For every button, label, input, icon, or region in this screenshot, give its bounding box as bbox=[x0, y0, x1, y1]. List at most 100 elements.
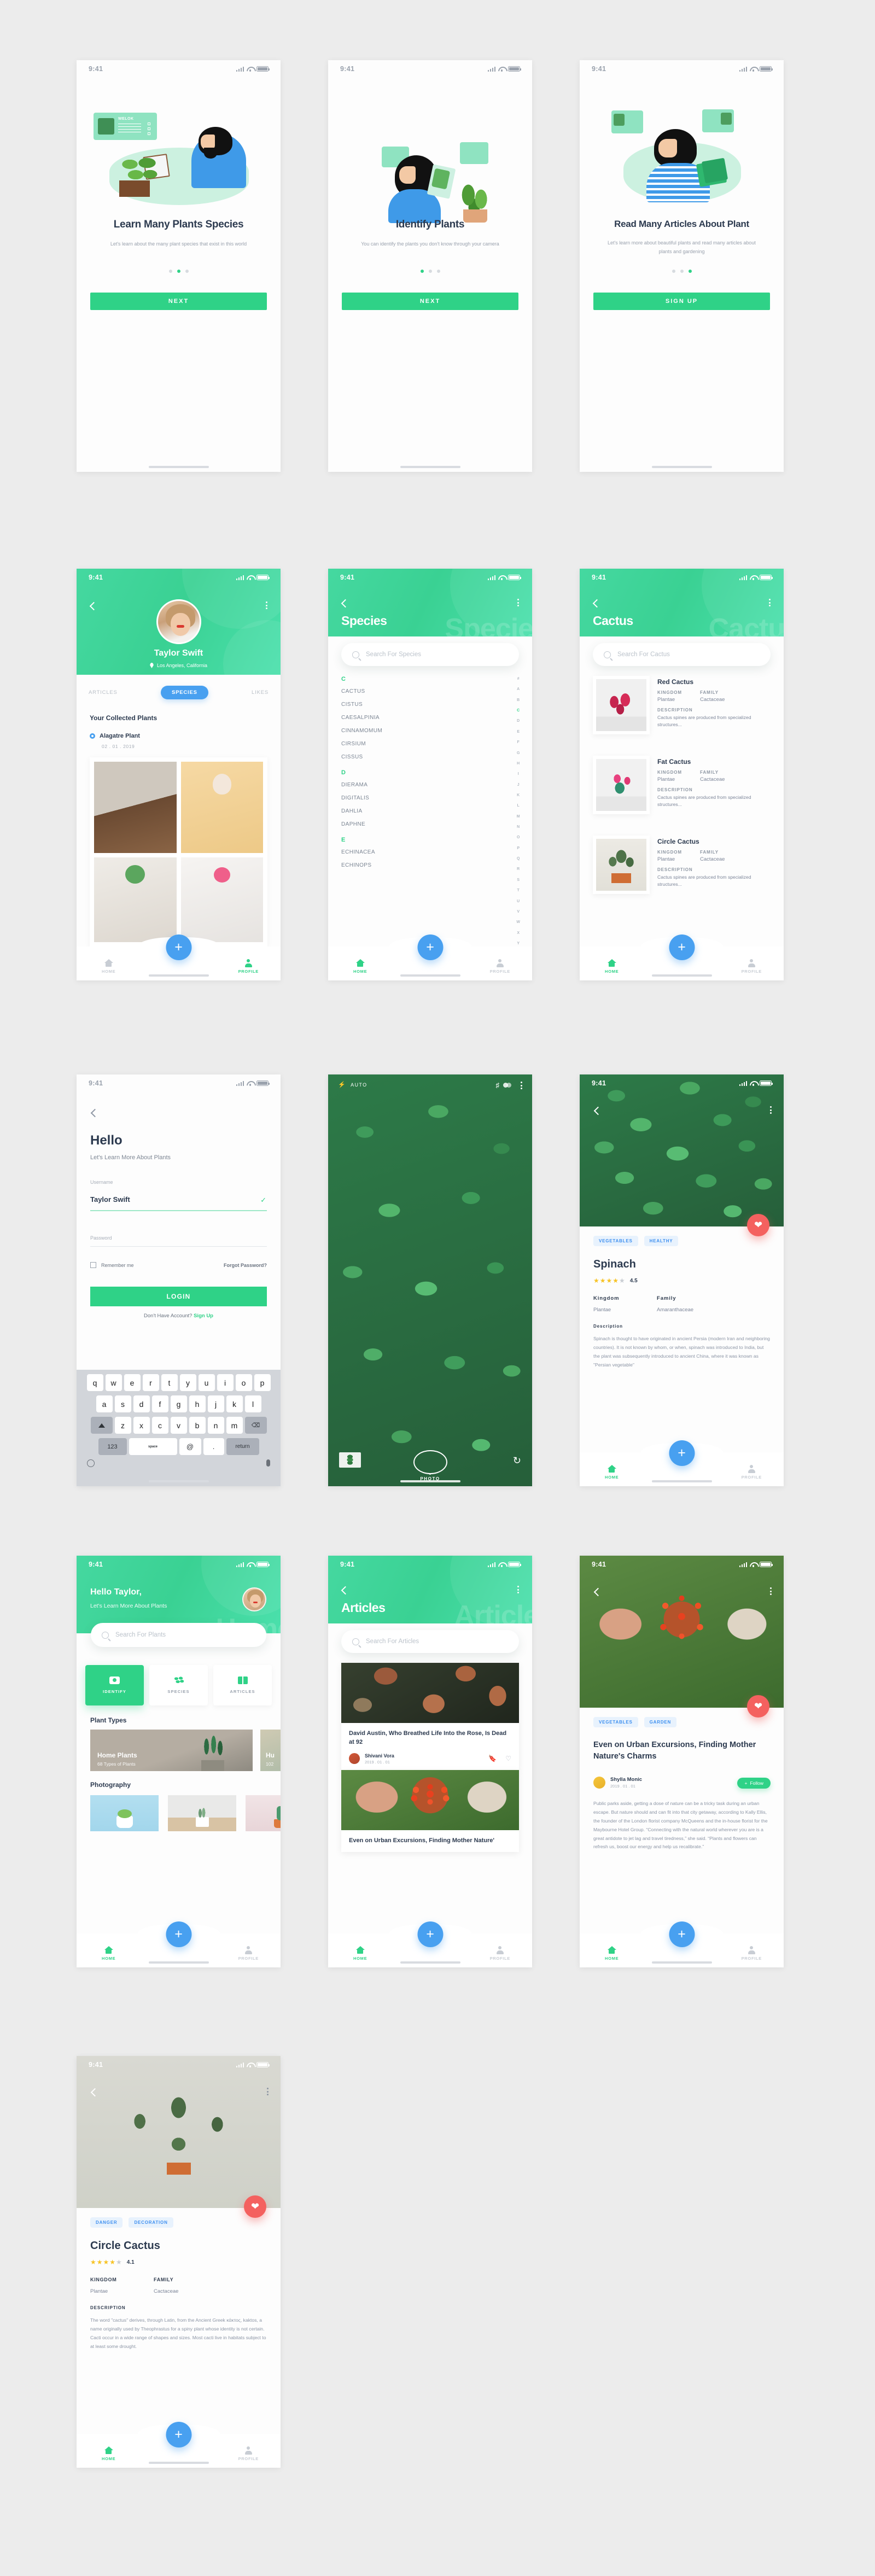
remember-me[interactable]: Remember me bbox=[90, 1262, 134, 1268]
index-letter[interactable]: W bbox=[516, 920, 520, 924]
list-item[interactable]: DIGITALIS bbox=[341, 795, 504, 801]
photo-card[interactable] bbox=[90, 1795, 159, 1831]
list-item[interactable]: DAPHNE bbox=[341, 821, 504, 827]
nav-profile[interactable]: PROFILE bbox=[238, 959, 259, 974]
dot-2[interactable] bbox=[177, 270, 180, 273]
tag[interactable]: HEALTHY bbox=[644, 1236, 679, 1246]
gallery-thumbnail[interactable] bbox=[339, 1452, 361, 1468]
key-n[interactable]: n bbox=[207, 1417, 224, 1434]
add-button[interactable]: + bbox=[669, 934, 695, 960]
back-button[interactable] bbox=[593, 1106, 602, 1115]
nav-profile[interactable]: PROFILE bbox=[742, 1946, 762, 1961]
add-button[interactable]: + bbox=[417, 934, 443, 960]
tag[interactable]: VEGETABLES bbox=[593, 1236, 638, 1246]
follow-button[interactable]: + Follow bbox=[737, 1778, 771, 1789]
search-cactus[interactable]: Search For Cactus bbox=[593, 643, 771, 666]
index-letter[interactable]: L bbox=[517, 804, 520, 808]
key-j[interactable]: j bbox=[207, 1395, 224, 1412]
return-key[interactable]: return bbox=[226, 1438, 259, 1455]
index-letter[interactable]: C bbox=[517, 709, 520, 712]
index-letter[interactable]: T bbox=[517, 889, 520, 892]
index-letter[interactable]: M bbox=[517, 815, 520, 819]
index-letter[interactable]: J bbox=[517, 783, 520, 787]
list-item[interactable]: ECHINOPS bbox=[341, 862, 504, 868]
add-button[interactable]: + bbox=[166, 1921, 191, 1947]
back-button[interactable] bbox=[89, 601, 97, 610]
nav-home[interactable]: HOME bbox=[605, 1946, 619, 1961]
index-letter[interactable]: O bbox=[517, 836, 520, 839]
key-x[interactable]: x bbox=[133, 1417, 150, 1434]
key-i[interactable]: i bbox=[217, 1374, 234, 1391]
cactus-row[interactable]: Fat Cactus KINGDOM FAMILY Plantae Cactac… bbox=[593, 756, 774, 814]
index-letter[interactable]: # bbox=[517, 677, 520, 681]
index-letter[interactable]: E bbox=[517, 730, 520, 734]
index-letter[interactable]: F bbox=[517, 740, 520, 744]
nav-profile[interactable]: PROFILE bbox=[742, 1465, 762, 1480]
photo-tile[interactable] bbox=[180, 857, 263, 942]
back-button[interactable] bbox=[340, 1586, 349, 1594]
action-species[interactable]: SPECIES bbox=[149, 1665, 208, 1705]
list-item[interactable]: DAHLIA bbox=[341, 808, 504, 814]
list-item[interactable]: ECHINACEA bbox=[341, 849, 504, 855]
key-k[interactable]: k bbox=[226, 1395, 243, 1412]
radio-icon[interactable] bbox=[90, 733, 95, 739]
photo-card[interactable] bbox=[168, 1795, 236, 1831]
key-w[interactable]: w bbox=[105, 1374, 122, 1391]
index-letter[interactable]: S bbox=[517, 878, 520, 882]
like-button[interactable]: ❤ bbox=[747, 1214, 769, 1236]
kebab-icon[interactable] bbox=[770, 1106, 772, 1114]
nav-home[interactable]: HOME bbox=[102, 2446, 115, 2461]
key-b[interactable]: b bbox=[189, 1417, 206, 1434]
list-item[interactable]: CINNAMOMUM bbox=[341, 728, 504, 734]
key-m[interactable]: m bbox=[226, 1417, 243, 1434]
bookmark-icon[interactable]: 🔖 bbox=[488, 1755, 497, 1762]
species-list[interactable]: C CACTUS CISTUS CAESALPINIA CINNAMOMUM C… bbox=[341, 676, 504, 947]
index-letter[interactable]: X bbox=[517, 931, 520, 935]
dot-3[interactable] bbox=[436, 270, 440, 273]
nav-profile[interactable]: PROFILE bbox=[742, 959, 762, 974]
key-c[interactable]: c bbox=[151, 1417, 168, 1434]
avatar[interactable] bbox=[242, 1587, 266, 1611]
nav-home[interactable]: HOME bbox=[102, 959, 115, 974]
index-letter[interactable]: H bbox=[517, 762, 520, 766]
article-card[interactable]: Even on Urban Excursions, Finding Mother… bbox=[341, 1770, 519, 1852]
kebab-icon[interactable] bbox=[517, 599, 519, 606]
nav-profile[interactable]: PROFILE bbox=[238, 2446, 259, 2461]
index-letter[interactable]: V bbox=[517, 910, 520, 914]
password-underline[interactable] bbox=[90, 1246, 267, 1247]
plant-type-card[interactable]: Hu 102 bbox=[260, 1730, 281, 1771]
kebab-icon[interactable] bbox=[769, 599, 771, 606]
checkbox[interactable] bbox=[90, 1262, 96, 1268]
list-item[interactable]: DIERAMA bbox=[341, 782, 504, 788]
index-letter[interactable]: B bbox=[517, 698, 520, 702]
search-plants[interactable]: Search For Plants bbox=[91, 1623, 266, 1647]
index-letter[interactable]: K bbox=[517, 793, 520, 797]
list-item[interactable]: CISTUS bbox=[341, 702, 504, 708]
tag[interactable]: GARDEN bbox=[644, 1717, 677, 1727]
key-z[interactable]: z bbox=[114, 1417, 131, 1434]
nav-home[interactable]: HOME bbox=[353, 1946, 367, 1961]
avatar[interactable] bbox=[156, 599, 201, 644]
key-y[interactable]: y bbox=[179, 1374, 196, 1391]
photo-tile[interactable] bbox=[94, 762, 177, 853]
add-button[interactable]: + bbox=[166, 934, 191, 960]
key-f[interactable]: f bbox=[151, 1395, 168, 1412]
dot-1[interactable] bbox=[168, 270, 172, 273]
kebab-icon[interactable] bbox=[770, 1587, 772, 1595]
nav-profile[interactable]: PROFILE bbox=[238, 1946, 259, 1961]
index-letter[interactable]: R bbox=[517, 867, 520, 871]
forgot-password-link[interactable]: Forgot Password? bbox=[224, 1263, 267, 1268]
key-q[interactable]: q bbox=[86, 1374, 103, 1391]
username-field[interactable]: Taylor Swift bbox=[90, 1195, 130, 1204]
key-g[interactable]: g bbox=[170, 1395, 187, 1412]
num-key[interactable]: 123 bbox=[98, 1438, 127, 1455]
photo-card[interactable] bbox=[246, 1795, 281, 1831]
tag[interactable]: DANGER bbox=[90, 2217, 123, 2228]
index-letter[interactable]: N bbox=[517, 825, 520, 829]
key-v[interactable]: v bbox=[170, 1417, 187, 1434]
list-item[interactable]: CAESALPINIA bbox=[341, 715, 504, 721]
alphabet-index[interactable]: # A B C D E F G H I J K L M N O P Q R S T U V W X Y bbox=[516, 677, 520, 945]
back-button[interactable] bbox=[593, 1587, 602, 1596]
add-button[interactable]: + bbox=[417, 1921, 443, 1947]
back-button[interactable] bbox=[90, 2088, 98, 2096]
